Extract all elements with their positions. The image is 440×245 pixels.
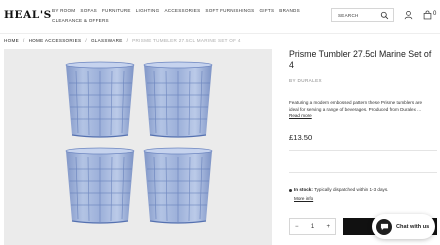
chat-widget-button[interactable]: Chat with us (372, 214, 435, 239)
site-logo[interactable]: HEAL'S (4, 9, 52, 21)
main-nav: BY ROOM SOFAS FURNITURE LIGHTING ACCESSO… (52, 8, 300, 13)
chat-icon-badge (376, 218, 392, 235)
more-info-link[interactable]: More info (294, 196, 313, 201)
nav-item-lighting[interactable]: LIGHTING (136, 8, 160, 13)
breadcrumb-home-accessories[interactable]: HOME ACCESSORIES (29, 38, 82, 43)
nav-item-soft-furnishings[interactable]: SOFT FURNISHINGS (205, 8, 254, 13)
tumbler-image-3 (65, 147, 135, 224)
breadcrumb: HOME / HOME ACCESSORIES / GLASSWARE / PR… (0, 33, 440, 47)
breadcrumb-home[interactable]: HOME (4, 38, 19, 43)
nav-item-clearance[interactable]: CLEARANCE & OFFERS (52, 18, 109, 23)
breadcrumb-separator: / (126, 38, 129, 43)
search-placeholder: SEARCH (338, 13, 359, 18)
nav-item-furniture[interactable]: FURNITURE (102, 8, 131, 13)
product-image[interactable] (4, 49, 272, 245)
nav-item-by-room[interactable]: BY ROOM (52, 8, 75, 13)
stock-text: Typically dispatched within 1-3 days. (312, 187, 389, 192)
stock-status-icon (289, 189, 292, 192)
tumbler-image-2 (143, 61, 213, 138)
quantity-decrease-button[interactable]: − (295, 224, 299, 230)
site-header: HEAL'S BY ROOM SOFAS FURNITURE LIGHTING … (0, 0, 440, 33)
stock-label: In stock: (294, 187, 313, 192)
nav-item-accessories[interactable]: ACCESSORIES (164, 8, 200, 13)
product-title: Prisme Tumbler 27.5cl Marine Set of 4 (289, 49, 432, 70)
bag-icon[interactable] (423, 10, 432, 20)
product-description: Featuring a modern embossed pattern thes… (289, 100, 427, 120)
breadcrumb-separator: / (85, 38, 87, 43)
chat-bubble-icon (380, 223, 388, 230)
main-nav-row-2: CLEARANCE & OFFERS (52, 18, 109, 23)
search-input[interactable]: SEARCH (331, 8, 394, 22)
chat-label: Chat with us (396, 223, 430, 230)
stock-status: In stock: Typically dispatched within 1-… (294, 187, 388, 192)
search-icon[interactable] (380, 11, 389, 20)
product-brand[interactable]: BY DURALEX (289, 78, 322, 83)
nav-item-brands[interactable]: BRANDS (279, 8, 300, 13)
quantity-increase-button[interactable]: + (326, 224, 330, 230)
quantity-stepper[interactable]: − 1 + (289, 218, 336, 235)
divider (289, 150, 437, 151)
breadcrumb-glassware[interactable]: GLASSWARE (91, 38, 123, 43)
quantity-value[interactable]: 1 (311, 224, 314, 230)
product-price: £13.50 (289, 133, 313, 142)
read-more-link[interactable]: Read more (289, 113, 312, 118)
nav-item-sofas[interactable]: SOFAS (80, 8, 97, 13)
account-icon[interactable] (404, 10, 413, 20)
nav-item-gifts[interactable]: GIFTS (259, 8, 274, 13)
breadcrumb-current: PRISME TUMBLER 27.5CL MARINE SET OF 4 (132, 38, 241, 43)
bag-count: 0 (433, 11, 437, 17)
tumbler-image-1 (65, 61, 135, 138)
tumbler-image-4 (143, 147, 213, 224)
breadcrumb-separator: / (22, 38, 25, 43)
divider (289, 172, 437, 173)
description-text: Featuring a modern embossed pattern thes… (289, 100, 423, 112)
